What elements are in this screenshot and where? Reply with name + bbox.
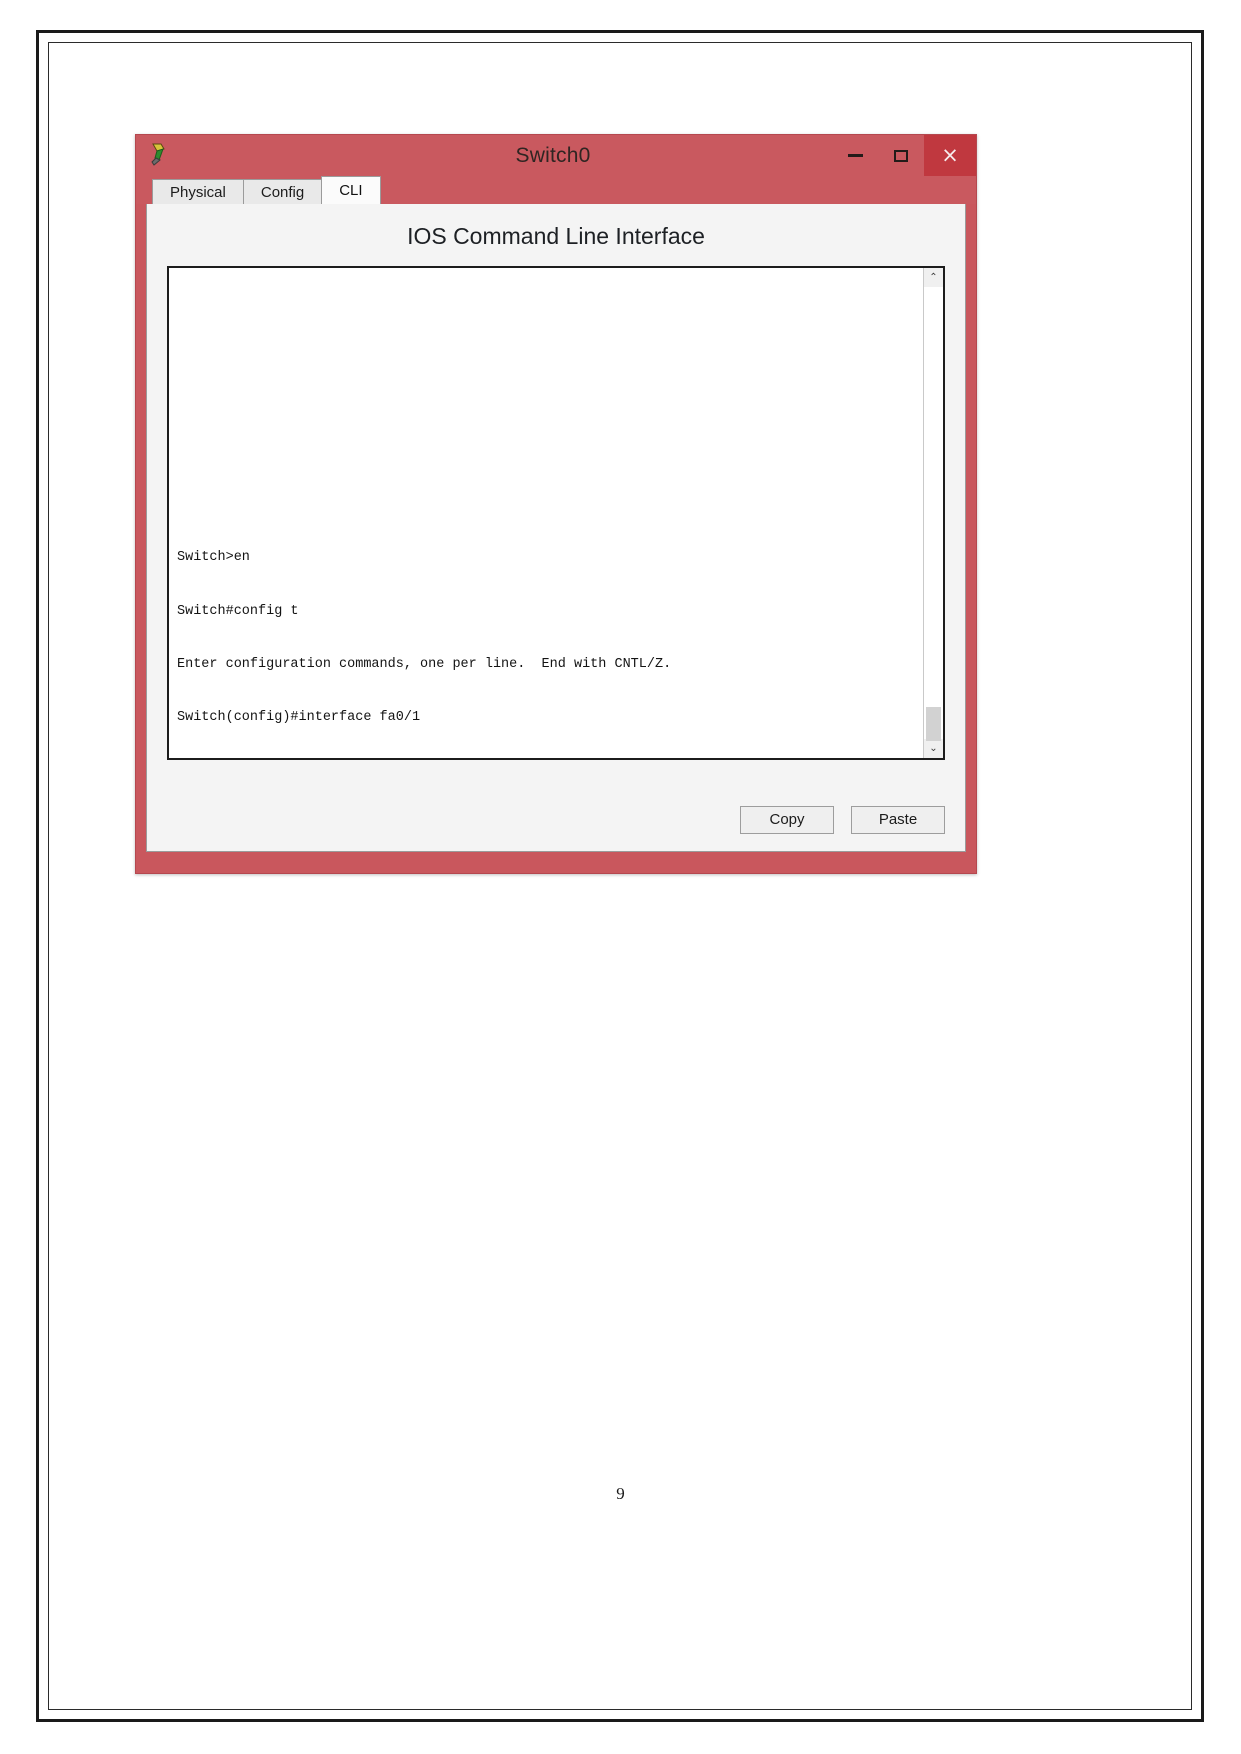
window-titlebar: Switch0 × <box>136 135 976 176</box>
paste-button[interactable]: Paste <box>851 806 945 834</box>
scroll-up-icon[interactable]: ⌃ <box>924 268 943 287</box>
minimize-icon <box>847 154 863 157</box>
terminal-area: Switch>en Switch#config t Enter configur… <box>167 266 945 760</box>
tab-config[interactable]: Config <box>242 179 323 204</box>
close-button[interactable]: × <box>924 135 976 176</box>
window-controls: × <box>832 135 976 176</box>
terminal-line: Switch>en <box>177 550 250 566</box>
tab-physical[interactable]: Physical <box>152 179 244 204</box>
action-buttons: Copy Paste <box>740 806 945 834</box>
packet-tracer-switch-icon <box>148 142 170 166</box>
switch-cli-window: Switch0 × Physical Config CLI IOS Comman… <box>135 134 977 874</box>
tab-bar: Physical Config CLI <box>136 176 976 204</box>
close-icon: × <box>941 143 959 167</box>
panel-heading: IOS Command Line Interface <box>407 223 705 249</box>
terminal-line: Enter configuration commands, one per li… <box>177 656 672 672</box>
maximize-button[interactable] <box>878 135 924 176</box>
scroll-down-icon[interactable]: ⌄ <box>924 739 943 758</box>
scanned-page: Switch0 × Physical Config CLI IOS Comman… <box>0 0 1241 1754</box>
terminal-line: Switch(config)#interface fa0/1 <box>177 710 421 726</box>
page-number: 9 <box>616 1484 625 1503</box>
maximize-icon <box>894 149 908 162</box>
minimize-button[interactable] <box>832 135 878 176</box>
terminal-output[interactable]: Switch>en Switch#config t Enter configur… <box>169 268 923 758</box>
scrollbar-thumb[interactable] <box>926 707 941 741</box>
tab-cli[interactable]: CLI <box>321 176 381 204</box>
terminal-line: Switch#config t <box>177 603 299 619</box>
cli-panel: IOS Command Line Interface Switch>en Swi… <box>146 204 966 852</box>
scrollbar-track[interactable] <box>924 287 943 741</box>
copy-button[interactable]: Copy <box>740 806 834 834</box>
terminal-blank-space <box>177 310 915 514</box>
terminal-scrollbar[interactable]: ⌃ ⌄ <box>923 268 943 758</box>
